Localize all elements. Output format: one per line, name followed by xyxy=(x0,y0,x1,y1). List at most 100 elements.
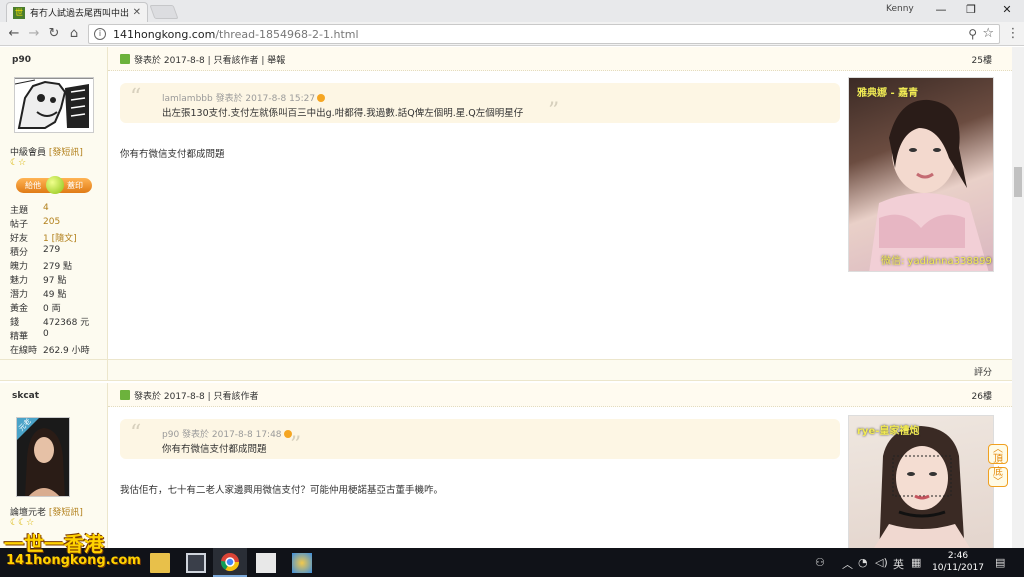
stat-value: 0 両 xyxy=(43,304,61,314)
close-quote-icon: ” xyxy=(548,99,560,124)
stat-value: 472368 元 xyxy=(43,318,90,328)
stat-value[interactable]: 205 xyxy=(43,217,60,231)
open-quote-icon: “ xyxy=(130,421,142,446)
post-body: 發表於 2017-8-8 | 只看該作者 26樓 “ p90 發表於 2017-… xyxy=(108,383,1012,548)
stat-label: 在線時 xyxy=(10,346,38,356)
quote-meta[interactable]: p90 發表於 2017-8-8 17:48 xyxy=(162,427,292,440)
tray-expand-icon[interactable]: ︿ xyxy=(842,556,853,572)
clock-time: 2:46 xyxy=(947,551,969,561)
mail-icon[interactable] xyxy=(256,553,276,573)
quote-text: 出左張130支付.支付左就係叫百三中出g.咁都得.我過數.話Q俾左個明.星.Q左… xyxy=(162,108,524,119)
scrollbar-thumb[interactable] xyxy=(1014,167,1022,197)
home-icon[interactable]: ⌂ xyxy=(66,26,82,42)
url-text[interactable]: 141hongkong.com/thread-1854968-2-1.html xyxy=(113,28,359,41)
stat-row: 積分 279 xyxy=(10,245,106,259)
stat-row: 主題 4 xyxy=(10,203,106,217)
rate-link[interactable]: 評分 xyxy=(974,365,992,378)
watermark-url: 141hongkong.com xyxy=(6,553,141,568)
restore-button[interactable]: ❐ xyxy=(960,2,982,18)
tab-close-icon[interactable]: ✕ xyxy=(133,7,141,18)
browser-menu-icon[interactable]: ⋮ xyxy=(1006,26,1020,41)
stamp-button-left: 給他 xyxy=(25,181,41,190)
sidebar-footer xyxy=(0,359,108,381)
post-body: 發表於 2017-8-8 | 只看該作者 | 舉報 25樓 “ lamlambb… xyxy=(108,47,1012,359)
close-window-button[interactable]: ✕ xyxy=(996,2,1018,18)
post-footer: 評分 xyxy=(108,359,1012,381)
store-icon[interactable] xyxy=(186,553,206,573)
chrome-icon xyxy=(221,553,239,572)
stamp-button[interactable]: 給他 蓋印 xyxy=(16,176,92,194)
stat-value: 49 點 xyxy=(43,290,67,300)
post-floor[interactable]: 25樓 xyxy=(972,53,992,66)
stat-row: 錢 472368 元 xyxy=(10,315,106,329)
close-quote-icon: ” xyxy=(290,433,302,458)
author-sidebar: skcat 元老 論壇元老 [發短訊] ☾☾☆ xyxy=(0,383,108,548)
reload-icon[interactable]: ↻ xyxy=(46,26,62,42)
post-meta[interactable]: 發表於 2017-8-8 | 只看該作者 xyxy=(134,389,258,402)
keyboard-icon[interactable]: ▦ xyxy=(911,556,921,569)
browser-toolbar: ← → ↻ ⌂ i 141hongkong.com/thread-1854968… xyxy=(0,22,1024,46)
stat-value: 0 xyxy=(43,329,49,339)
stat-row: 潛力 49 點 xyxy=(10,287,106,301)
people-icon[interactable]: ⚇ xyxy=(815,556,825,569)
author-username[interactable]: skcat xyxy=(12,391,39,401)
address-bar[interactable]: i 141hongkong.com/thread-1854968-2-1.htm… xyxy=(88,24,1000,44)
quote-block: “ lamlambbb 發表於 2017-8-8 15:27 出左張130支付.… xyxy=(120,83,840,124)
avatar[interactable]: 元老 xyxy=(16,417,70,497)
member-rank: 論壇元老 [發短訊] xyxy=(10,508,83,518)
author-stats: 主題 4 帖子 205 好友 1 [隨文] 積分 279 魄力 279 點魅力 97 點潛力 49 點… xyxy=(10,203,106,357)
network-icon[interactable]: ◔ xyxy=(858,556,868,569)
post-floor[interactable]: 26樓 xyxy=(972,389,992,402)
browser-tab[interactable]: 世 有冇人試過去尾西叫中出 ✕ xyxy=(6,2,148,22)
stat-value[interactable]: 4 xyxy=(43,203,49,217)
system-clock[interactable]: 2:46 10/11/2017 xyxy=(928,550,988,574)
action-center-icon[interactable]: ▤ xyxy=(995,556,1005,569)
send-message-link[interactable]: [發短訊] xyxy=(49,148,83,158)
stat-row: 魄力 279 點 xyxy=(10,259,106,273)
stamp-button-right: 蓋印 xyxy=(67,181,83,190)
stat-label: 積分 xyxy=(10,248,29,258)
stat-label: 主題 xyxy=(10,206,29,216)
member-rank: 中級會員 [發短訊] xyxy=(10,148,83,158)
stat-value[interactable]: 1 [隨文] xyxy=(43,231,77,245)
ad-caption-top: rye-皇家禮炮 xyxy=(857,426,920,437)
chrome-taskbar-active[interactable] xyxy=(213,548,247,577)
scroll-top-button[interactable]: ︿ 頂 xyxy=(988,444,1008,465)
stat-row: 精華 0 xyxy=(10,329,106,343)
ad-photo xyxy=(869,99,989,271)
advertisement-image[interactable]: rye-皇家禮炮 xyxy=(848,415,994,548)
volume-icon[interactable]: ◁) xyxy=(875,556,888,569)
advertisement-image[interactable]: 雅典娜 - 嘉青 微信: yadianna338899 xyxy=(848,77,994,272)
bookmark-star-icon[interactable]: ☆ xyxy=(982,26,994,41)
post-online-icon xyxy=(120,390,130,400)
stat-label: 魅力 xyxy=(10,276,29,286)
ime-indicator[interactable]: 英 xyxy=(893,556,904,572)
post-meta[interactable]: 發表於 2017-8-8 | 只看該作者 | 舉報 xyxy=(134,53,285,66)
ad-caption-bottom: 微信: yadianna338899 xyxy=(881,256,992,267)
stat-label: 錢 xyxy=(10,318,20,328)
page-scrollbar[interactable] xyxy=(1012,47,1024,548)
send-message-link[interactable]: [發短訊] xyxy=(49,508,83,518)
file-explorer-icon[interactable] xyxy=(150,553,170,573)
new-tab-button[interactable] xyxy=(149,5,179,19)
paint-icon[interactable] xyxy=(292,553,312,573)
author-username[interactable]: p90 xyxy=(12,55,31,65)
quote-jump-icon[interactable] xyxy=(317,94,326,102)
stat-label: 潛力 xyxy=(10,290,29,300)
minimize-button[interactable]: — xyxy=(930,2,952,18)
forward-arrow-icon[interactable]: → xyxy=(26,26,42,42)
zoom-icon[interactable]: ⚲ xyxy=(968,27,977,41)
post-text: 我估佢冇，七十有二老人家邊興用微信支付？可能仲用梗諾基亞古董手機咋。 xyxy=(120,485,444,496)
back-arrow-icon[interactable]: ← xyxy=(6,26,22,42)
stat-row: 魅力 97 點 xyxy=(10,273,106,287)
quote-meta[interactable]: lamlambbb 發表於 2017-8-8 15:27 xyxy=(162,91,326,104)
browser-profile-name[interactable]: Kenny xyxy=(886,4,914,14)
avatar[interactable] xyxy=(14,77,94,133)
avatar-sketch-image xyxy=(14,77,93,132)
windows-taskbar: ⚇ ︿ ◔ ◁) 英 ▦ 2:46 10/11/2017 ▤ xyxy=(0,548,1024,577)
scroll-bottom-button[interactable]: 底 ﹀ xyxy=(988,467,1008,488)
site-info-icon[interactable]: i xyxy=(94,28,106,40)
site-favicon-icon: 世 xyxy=(13,6,25,19)
stat-value: 97 點 xyxy=(43,276,67,286)
stat-label: 魄力 xyxy=(10,262,29,272)
